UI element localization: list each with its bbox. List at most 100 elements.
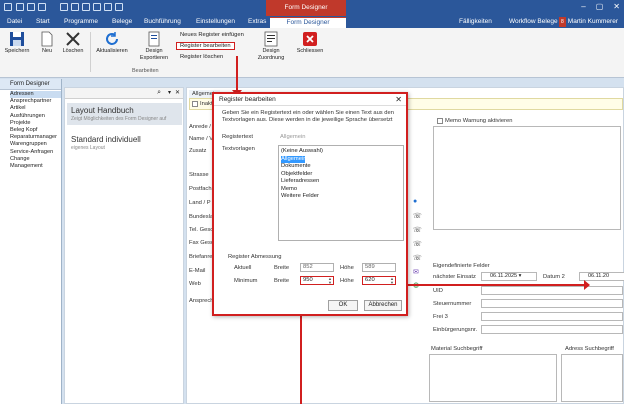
template-option-selected[interactable]: Allgemein <box>281 155 306 163</box>
uid-label: UID <box>433 288 443 294</box>
material-search-box[interactable] <box>429 354 557 402</box>
register-text-input[interactable]: Allgemein <box>280 134 305 140</box>
menu-belege[interactable]: Belege <box>109 17 135 27</box>
left-panel-header: Form Designer <box>0 79 61 90</box>
ribbon: Speichern Neu Löschen Aktualisieren Desi… <box>0 28 624 78</box>
close-designer-button[interactable]: Schliessen <box>294 31 326 55</box>
layout-item[interactable]: Layout Handbuch Zeigt Möglichkeiten des … <box>67 103 182 125</box>
menu-programme[interactable]: Programme <box>61 17 101 27</box>
tax-field[interactable] <box>481 299 623 308</box>
template-option[interactable]: Dokumente <box>281 163 401 171</box>
phone-icon[interactable]: ☏ <box>413 240 422 248</box>
user-name: Martin Kummerer <box>567 18 618 25</box>
menu-einstellungen[interactable]: Einstellungen <box>193 17 238 27</box>
inactive-checkbox[interactable] <box>192 101 198 107</box>
minimum-width-input[interactable]: 950 ▲ ▼ <box>300 276 334 285</box>
refresh-button[interactable]: Aktualisieren <box>94 31 130 55</box>
mail-icon[interactable]: ✉ <box>413 268 420 276</box>
design-assignment-button[interactable]: Design Zuordnung <box>254 31 288 62</box>
edit-register-button[interactable]: Register bearbeiten <box>176 42 235 50</box>
nav-item[interactable]: Adressen <box>10 91 61 99</box>
maximize-icon[interactable]: ▢ <box>596 2 604 11</box>
nav-item[interactable]: Ausführungen <box>10 113 61 120</box>
date1-value: 06.11.2025 <box>490 273 518 279</box>
memo-warning-checkbox[interactable] <box>437 118 443 124</box>
address-search-box[interactable] <box>561 354 623 402</box>
delete-button[interactable]: Löschen <box>60 31 86 55</box>
dialog-close-icon[interactable]: ✕ <box>395 95 402 104</box>
save-button[interactable]: Speichern <box>4 31 30 55</box>
new-register-button[interactable]: Neues Register einfügen <box>180 32 244 38</box>
field-label: E-Mail <box>189 268 206 274</box>
layout-desc: eigenes Layout <box>71 145 105 151</box>
menu-form-designer[interactable]: Form Designer <box>270 17 346 28</box>
template-option[interactable]: Weitere Felder <box>281 193 401 201</box>
naturalization-label: Einbürgerungsnr. <box>433 327 478 333</box>
nav-item[interactable]: Change Management <box>10 156 61 170</box>
nav-item[interactable]: Warengruppen <box>10 141 61 148</box>
window-controls: – ▢ ✕ <box>581 2 620 11</box>
cancel-button[interactable]: Abbrechen <box>364 300 402 311</box>
field-label: Web <box>189 281 201 287</box>
refresh-icon <box>104 31 120 47</box>
minimize-icon[interactable]: – <box>581 2 585 11</box>
nav-item[interactable]: Projekte <box>10 120 61 127</box>
field-label: Zusatz <box>189 148 207 154</box>
export-label-1: Design <box>145 48 163 54</box>
ribbon-group-label: Bearbeiten <box>132 68 159 74</box>
field-label: Briefanre <box>189 254 213 260</box>
menu-extras[interactable]: Extras <box>245 17 269 27</box>
layout-search-bar[interactable]: ⌕ ▾ ✕ <box>65 88 183 99</box>
menu-faelligkeiten[interactable]: Fälligkeiten <box>456 17 495 27</box>
size-section-label: Register Abmessung <box>228 254 282 260</box>
menu-datei[interactable]: Datei <box>4 17 25 27</box>
layout-desc: Zeigt Möglichkeiten des Form Designer au… <box>71 116 167 122</box>
uid-field[interactable] <box>481 286 623 295</box>
dropdown-icon[interactable]: ▾ <box>168 89 171 96</box>
design-export-button[interactable]: Design Exportieren <box>138 31 170 62</box>
current-height-field: 589 <box>362 263 396 272</box>
layout-item[interactable]: Standard individuell eigenes Layout <box>67 132 182 154</box>
spinner-icon[interactable]: ▲ ▼ <box>328 277 332 285</box>
nav-item[interactable]: Ansprechpartner <box>10 98 61 105</box>
assign-label-1: Design <box>262 48 280 54</box>
menu-start[interactable]: Start <box>33 17 53 27</box>
annotation-line <box>236 56 238 94</box>
export-icon <box>146 31 162 47</box>
save-icon <box>9 31 25 47</box>
template-option[interactable]: Memo <box>281 186 401 194</box>
free3-field[interactable] <box>481 312 623 321</box>
search-icon[interactable]: ⌕ <box>157 89 161 97</box>
nav-item[interactable]: Service-Anfragen <box>10 149 61 156</box>
template-option[interactable]: Lieferadressen <box>281 178 401 186</box>
field-label: Strasse <box>189 172 209 178</box>
phone-icon[interactable]: ☏ <box>413 226 422 234</box>
templates-listbox[interactable]: (Keine Auswahl) Allgemein Dokumente Obje… <box>278 145 404 241</box>
spinner-icon[interactable]: ▲ ▼ <box>390 277 394 285</box>
template-option[interactable]: Objektfelder <box>281 171 401 179</box>
menu-workflow-belege[interactable]: Workflow Belege <box>506 17 561 27</box>
clear-icon[interactable]: ✕ <box>175 89 180 96</box>
close-icon[interactable]: ✕ <box>613 2 620 11</box>
nav-item[interactable]: Beleg Kopf <box>10 127 61 134</box>
minimum-height-input[interactable]: 620 ▲ ▼ <box>362 276 396 285</box>
register-edit-dialog: Register bearbeiten ✕ Geben Sie ein Regi… <box>212 92 408 316</box>
nav-item[interactable]: Reparaturmanager <box>10 134 61 141</box>
nav-item[interactable]: Artikel <box>10 105 61 112</box>
close-label: Schliessen <box>296 48 324 54</box>
layout-list-panel: ⌕ ▾ ✕ Layout Handbuch Zeigt Möglichkeite… <box>64 87 184 404</box>
memo-box[interactable] <box>433 126 621 230</box>
phone-icon[interactable]: ☏ <box>413 212 422 220</box>
location-icon[interactable]: ● <box>413 198 420 205</box>
menu-buchfuehrung[interactable]: Buchführung <box>141 17 184 27</box>
phone-icon[interactable]: ☏ <box>413 254 422 262</box>
minimum-label: Minimum <box>234 278 258 284</box>
date2-label: Datum 2 <box>543 274 565 280</box>
ok-button[interactable]: OK <box>328 300 358 311</box>
dialog-intro: Geben Sie ein Registertext ein oder wähl… <box>222 110 394 123</box>
new-button[interactable]: Neu <box>38 31 56 55</box>
template-option[interactable]: (Keine Auswahl) <box>281 148 401 156</box>
delete-register-button[interactable]: Register löschen <box>180 54 223 60</box>
date1-field[interactable]: 06.11.2025 ▾ <box>481 272 537 281</box>
naturalization-field[interactable] <box>481 325 623 334</box>
